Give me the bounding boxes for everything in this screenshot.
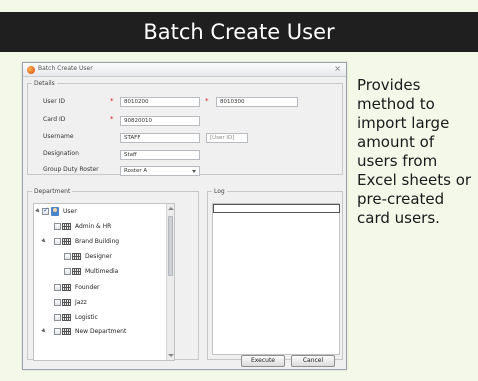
tree-node-label: New Department xyxy=(75,328,127,335)
checkbox-admin-hr[interactable] xyxy=(54,223,61,230)
app-icon xyxy=(27,66,35,74)
chevron-down-icon xyxy=(192,170,196,173)
details-legend: Details xyxy=(34,80,55,87)
tree-node-logistic[interactable]: Logistic xyxy=(48,312,166,324)
building-icon xyxy=(62,238,71,245)
group-duty-roster-label: Group Duty Roster xyxy=(43,166,99,173)
log-current-line xyxy=(213,204,340,213)
building-icon xyxy=(62,328,71,335)
designation-input[interactable]: Staff xyxy=(120,150,200,160)
card-id-input[interactable]: 90820010 xyxy=(120,116,200,126)
user-group-icon xyxy=(51,207,59,216)
tree-node-new-department[interactable]: New Department xyxy=(41,326,166,338)
tree-node-label: Logistic xyxy=(75,314,98,321)
user-id-range-required-mark: * xyxy=(205,97,209,105)
log-textarea[interactable] xyxy=(212,203,340,355)
page: Batch Create User Batch Create User × De… xyxy=(0,0,478,381)
execute-button[interactable]: Execute xyxy=(241,355,285,367)
dialog-titlebar: Batch Create User × xyxy=(23,63,346,77)
username-suffix-field: [User ID] xyxy=(206,133,248,143)
log-group: Log xyxy=(207,188,343,360)
details-group: Details User ID * 8010200 * 8010300 Card… xyxy=(27,80,343,176)
building-icon xyxy=(62,299,71,306)
close-icon[interactable]: × xyxy=(334,64,341,74)
checkbox-designer[interactable] xyxy=(64,253,71,260)
tree-node-multimedia[interactable]: Multimedia xyxy=(58,266,166,278)
user-id-label: User ID xyxy=(43,98,65,105)
user-id-to-input[interactable]: 8010300 xyxy=(216,97,298,107)
batch-create-user-dialog: Batch Create User × Details User ID * 80… xyxy=(22,62,347,370)
tree-node-label: Admin & HR xyxy=(75,223,112,230)
feature-description: Provides method to import large amount o… xyxy=(357,76,472,227)
checkbox-founder[interactable] xyxy=(54,284,61,291)
building-icon xyxy=(62,223,71,230)
dialog-title: Batch Create User xyxy=(38,65,93,72)
expand-icon[interactable] xyxy=(41,328,47,334)
designation-label: Designation xyxy=(43,150,79,157)
user-id-from-input[interactable]: 8010200 xyxy=(120,97,200,107)
tree-node-jazz[interactable]: Jazz xyxy=(48,297,166,309)
tree-node-admin-hr[interactable]: Admin & HR xyxy=(48,221,166,233)
tree-node-label: Multimedia xyxy=(85,268,119,275)
tree-node-brand-building[interactable]: Brand Building xyxy=(41,236,166,248)
checkbox-user[interactable] xyxy=(42,206,49,215)
checkbox-multimedia[interactable] xyxy=(64,268,71,275)
cancel-button[interactable]: Cancel xyxy=(291,355,335,367)
tree-node-label: Jazz xyxy=(75,299,87,306)
scroll-down-icon[interactable] xyxy=(168,354,174,357)
log-legend: Log xyxy=(214,188,225,195)
tree-node-label: Founder xyxy=(75,284,100,291)
building-icon xyxy=(72,268,81,275)
scroll-up-icon[interactable] xyxy=(168,207,174,210)
card-id-label: Card ID xyxy=(43,116,66,123)
checkbox-jazz[interactable] xyxy=(54,299,61,306)
tree-node-founder[interactable]: Founder xyxy=(48,282,166,294)
checkbox-brand-building[interactable] xyxy=(54,238,61,245)
department-legend: Department xyxy=(34,188,71,195)
tree-node-label: Brand Building xyxy=(75,238,120,245)
building-icon xyxy=(72,253,81,260)
tree-node-designer[interactable]: Designer xyxy=(58,251,166,263)
username-input[interactable]: STAFF xyxy=(120,133,200,143)
department-tree[interactable]: User Admin & HR Brand Building Desig xyxy=(33,203,175,361)
building-icon xyxy=(62,284,71,291)
department-scrollbar[interactable] xyxy=(166,204,174,360)
user-id-required-mark: * xyxy=(110,97,114,105)
building-icon xyxy=(62,314,71,321)
tree-node-label: Designer xyxy=(85,253,112,260)
checkbox-new-department[interactable] xyxy=(54,328,61,335)
department-group: Department User Admin & HR xyxy=(27,188,199,361)
checkbox-logistic[interactable] xyxy=(54,314,61,321)
tree-node-label: User xyxy=(63,208,77,215)
card-id-required-mark: * xyxy=(110,115,114,123)
group-duty-roster-value: Roster A xyxy=(124,168,148,174)
expand-icon[interactable] xyxy=(41,238,47,244)
tree-node-user[interactable]: User xyxy=(35,206,166,218)
scrollbar-thumb[interactable] xyxy=(168,216,173,276)
page-banner: Batch Create User xyxy=(0,12,478,52)
expand-icon[interactable] xyxy=(35,208,41,214)
group-duty-roster-select[interactable]: Roster A xyxy=(120,166,200,176)
username-label: Username xyxy=(43,133,74,140)
